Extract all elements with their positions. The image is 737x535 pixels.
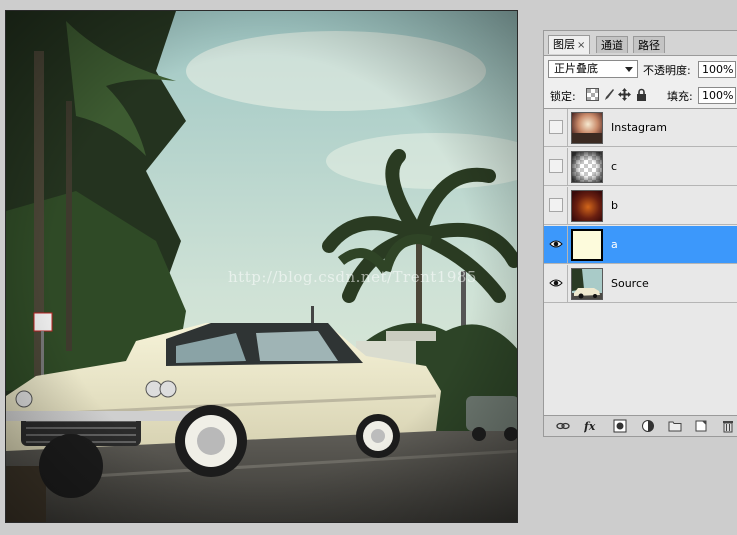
radial-thumb	[571, 190, 603, 222]
chevron-down-icon	[625, 67, 633, 72]
tab-channels-label: 通道	[601, 39, 623, 52]
lock-row: 锁定: 填充: 100%	[544, 82, 737, 109]
tab-layers[interactable]: 图层 ×	[548, 35, 591, 54]
tab-paths[interactable]: 路径	[633, 36, 665, 53]
checker-thumb	[571, 151, 603, 183]
svg-text:fx: fx	[584, 420, 596, 433]
opacity-label: 不透明度:	[643, 64, 691, 77]
trash-icon[interactable]	[721, 419, 735, 433]
tab-layers-label: 图层	[553, 38, 575, 51]
layers-list: Instagram c b a Source	[544, 109, 737, 419]
opacity-input[interactable]: 100%	[698, 61, 736, 78]
eye-icon[interactable]	[549, 276, 563, 290]
eye-icon[interactable]	[549, 237, 563, 251]
lock-label: 锁定:	[550, 90, 576, 103]
watermark-text: http://blog.csdn.net/Trent1985	[228, 268, 477, 286]
layer-row-b[interactable]: b	[544, 187, 737, 225]
tab-paths-label: 路径	[638, 39, 660, 52]
lock-brush-icon[interactable]	[602, 88, 615, 101]
close-icon[interactable]: ×	[577, 40, 585, 51]
cream-thumb	[571, 229, 603, 261]
adjustment-icon[interactable]	[641, 419, 655, 433]
layers-panel: 图层 × 通道 路径 正片叠底 不透明度: 100% 锁定: 填充: 100% …	[543, 30, 737, 437]
fill-input[interactable]: 100%	[698, 87, 736, 104]
panel-tabs: 图层 × 通道 路径	[544, 31, 737, 55]
mask-icon[interactable]	[613, 419, 627, 433]
panel-footer: fx	[544, 415, 737, 436]
layer-name: Instagram	[611, 121, 667, 134]
link-icon[interactable]	[556, 419, 570, 433]
layer-row-instagram[interactable]: Instagram	[544, 109, 737, 147]
visibility-toggle[interactable]	[549, 159, 563, 173]
new-layer-icon[interactable]	[694, 419, 708, 433]
blend-mode-select[interactable]: 正片叠底	[548, 60, 638, 78]
layer-row-source[interactable]: Source	[544, 265, 737, 303]
fill-label: 填充:	[667, 90, 693, 103]
folder-icon[interactable]	[668, 419, 682, 433]
visibility-toggle[interactable]	[549, 120, 563, 134]
source-thumb	[571, 268, 603, 300]
layer-name: Source	[611, 277, 649, 290]
blend-row: 正片叠底 不透明度: 100%	[544, 55, 737, 82]
layer-name: a	[611, 238, 618, 251]
lock-move-icon[interactable]	[618, 88, 631, 101]
layer-name: c	[611, 160, 618, 173]
fx-icon[interactable]: fx	[584, 419, 598, 433]
lock-transparent-icon[interactable]	[586, 88, 599, 101]
blend-mode-value: 正片叠底	[554, 62, 598, 75]
layer-row-c[interactable]: c	[544, 148, 737, 186]
instagram-thumb	[571, 112, 603, 144]
document-canvas[interactable]: http://blog.csdn.net/Trent1985	[5, 10, 518, 523]
layer-row-a[interactable]: a	[544, 226, 737, 264]
layer-name: b	[611, 199, 618, 212]
visibility-toggle[interactable]	[549, 198, 563, 212]
photo-image	[6, 11, 517, 522]
lock-all-icon[interactable]	[635, 88, 648, 101]
tab-channels[interactable]: 通道	[596, 36, 628, 53]
